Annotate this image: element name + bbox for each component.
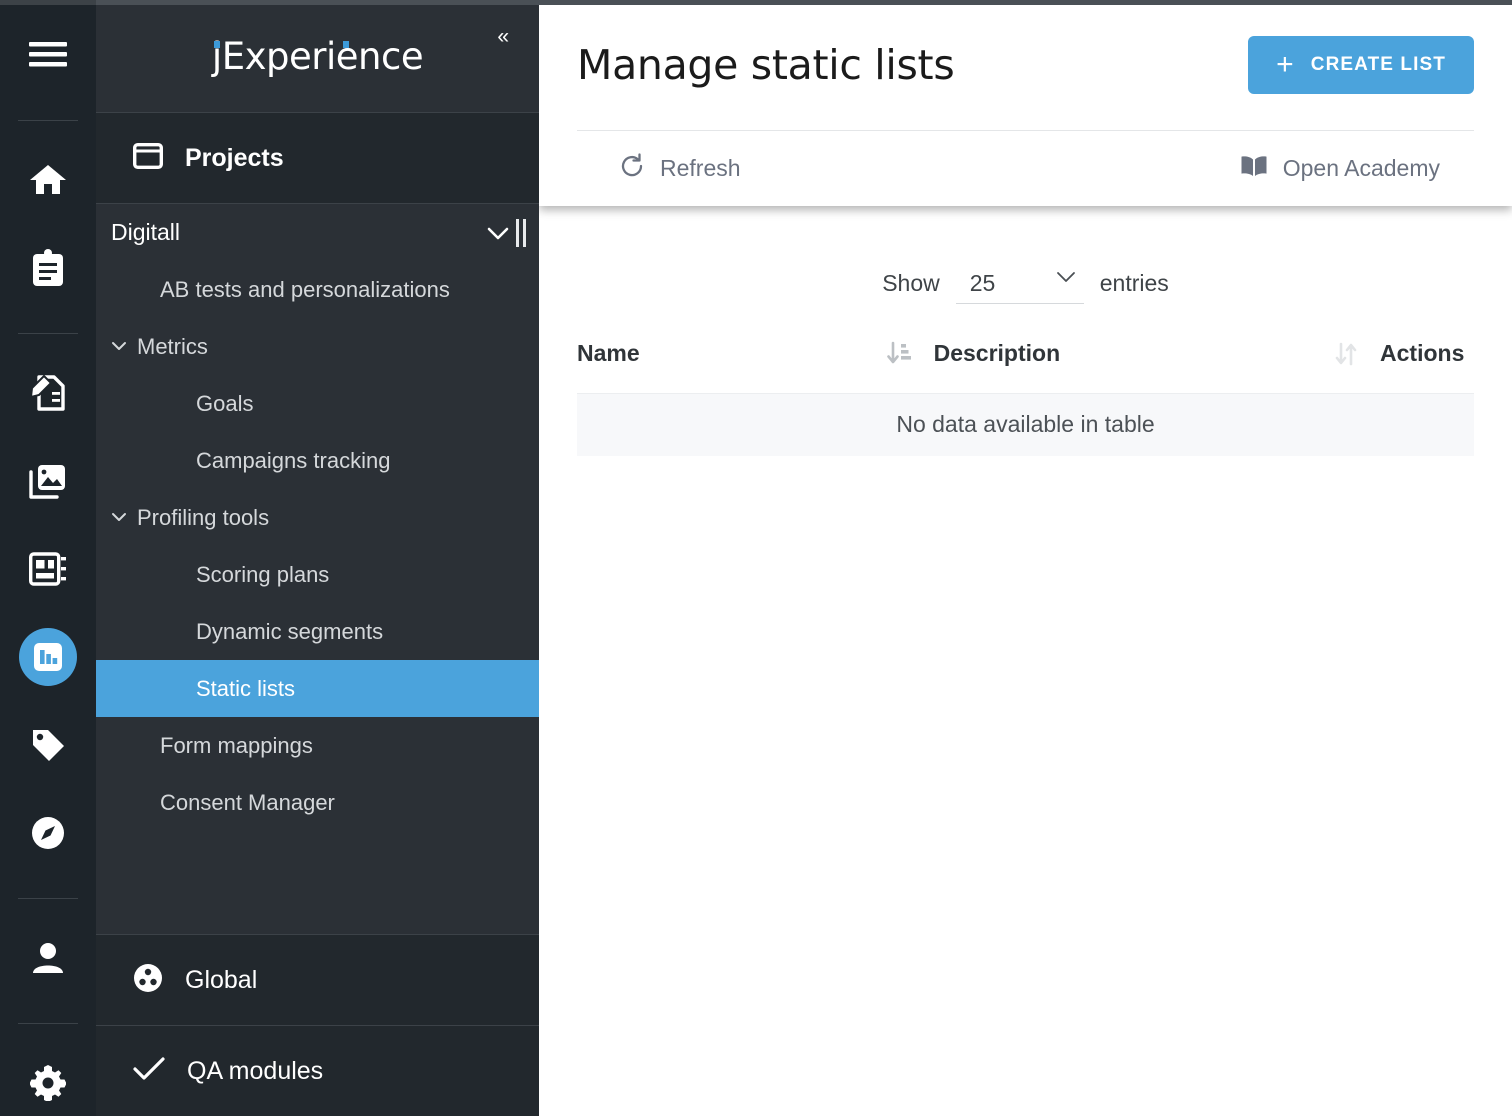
rail-divider-3	[18, 898, 78, 899]
rail-divider-2	[18, 333, 78, 334]
sidebar-item-label: Static lists	[196, 676, 295, 702]
sidebar-item-goals[interactable]: Goals	[96, 375, 539, 432]
logo-accent-dot	[214, 41, 220, 48]
page-header: Manage static lists + CREATE LIST Refres…	[539, 0, 1512, 206]
sort-amount-down-icon[interactable]	[886, 341, 912, 367]
app-logo: jExperience	[212, 35, 423, 78]
resize-bar-1	[516, 219, 519, 247]
refresh-icon	[619, 153, 645, 185]
sidebar-item-label: Consent Manager	[160, 790, 335, 816]
tree-root-label: Digitall	[111, 219, 180, 246]
top-strip-dark-segment	[0, 0, 96, 5]
sidebar-section-global-label: Global	[185, 966, 257, 995]
open-academy-button[interactable]: Open Academy	[1240, 154, 1474, 184]
rail-divider-4	[18, 1023, 78, 1024]
sidebar-item-consent-manager[interactable]: Consent Manager	[96, 774, 539, 831]
chevron-down-icon[interactable]	[487, 219, 509, 246]
plus-icon: +	[1276, 50, 1295, 80]
sidebar-item-metrics[interactable]: Metrics	[96, 318, 539, 375]
sidebar-item-dynamic-segments[interactable]: Dynamic segments	[96, 603, 539, 660]
tree-item-list: AB tests and personalizations Metrics Goal…	[96, 261, 539, 831]
tree-root-digitall[interactable]: Digitall	[96, 204, 539, 261]
sort-updown-icon[interactable]	[1334, 341, 1358, 367]
sidebar-section-global[interactable]: Global	[96, 934, 539, 1025]
gear-icon[interactable]	[19, 1054, 77, 1112]
create-list-button[interactable]: + CREATE LIST	[1248, 36, 1474, 94]
table-header-row: Name	[577, 340, 1474, 394]
sidebar-item-label: Campaigns tracking	[196, 448, 390, 474]
table-length-prefix: Show	[882, 270, 940, 297]
table-panel: Show 102550100 entries	[539, 206, 1512, 456]
page-title: Manage static lists	[577, 41, 954, 89]
sidebar-item-scoring-plans[interactable]: Scoring plans	[96, 546, 539, 603]
refresh-button-label: Refresh	[660, 155, 741, 182]
sidebar-item-label: Dynamic segments	[196, 619, 383, 645]
sidebar-section-qa-modules-label: QA modules	[187, 1057, 323, 1086]
window-top-strip	[0, 0, 1512, 5]
layout-grid-icon[interactable]	[19, 540, 77, 598]
static-lists-table: Name	[577, 340, 1474, 456]
page-toolbar: Refresh Open Academy	[577, 130, 1474, 206]
user-icon[interactable]	[19, 929, 77, 987]
sidebar-item-campaigns-tracking[interactable]: Campaigns tracking	[96, 432, 539, 489]
open-academy-button-label: Open Academy	[1283, 155, 1440, 182]
clipboard-list-icon[interactable]	[19, 239, 77, 297]
tag-icon[interactable]	[19, 716, 77, 774]
column-header-actions-label: Actions	[1380, 340, 1464, 367]
sidebar-section-qa-modules[interactable]: QA modules	[96, 1025, 539, 1116]
project-sidebar: jExperience « Projects Digitall	[96, 0, 539, 1116]
sidebar-item-label: Profiling tools	[137, 505, 269, 531]
sidebar-item-profiling-tools[interactable]: Profiling tools	[96, 489, 539, 546]
table-body: No data available in table	[577, 394, 1474, 456]
table-head: Name	[577, 340, 1474, 394]
entries-per-page-select-wrapper[interactable]: 102550100	[956, 262, 1084, 304]
chevron-double-left-icon[interactable]: «	[497, 26, 509, 47]
rail-divider-1	[18, 120, 78, 121]
page-header-row: Manage static lists + CREATE LIST	[577, 0, 1474, 130]
compass-icon[interactable]	[19, 804, 77, 862]
column-header-name[interactable]: Name	[577, 340, 886, 394]
column-header-description-label: Description	[934, 340, 1061, 367]
chart-bar-icon[interactable]	[19, 628, 77, 686]
check-icon	[133, 1056, 165, 1087]
book-icon	[1240, 154, 1268, 184]
table-length-suffix: entries	[1100, 270, 1169, 297]
sidebar-item-label: Form mappings	[160, 733, 313, 759]
sidebar-item-form-mappings[interactable]: Form mappings	[96, 717, 539, 774]
logo-accent-dot	[343, 41, 349, 48]
images-icon[interactable]	[19, 452, 77, 510]
sidebar-item-label: Goals	[196, 391, 253, 417]
sidebar-item-ab-tests-and-personalizations[interactable]: AB tests and personalizations	[96, 261, 539, 318]
table-empty-row: No data available in table	[577, 394, 1474, 456]
project-tree: Digitall AB tests and personalizations Me…	[96, 204, 539, 934]
column-header-actions[interactable]: Actions	[1334, 340, 1474, 394]
sidebar-item-label: Metrics	[137, 334, 208, 360]
home-icon[interactable]	[19, 151, 77, 209]
sidebar-item-static-lists[interactable]: Static lists	[96, 660, 539, 717]
app-root: jExperience « Projects Digitall	[0, 0, 1512, 1116]
resize-bar-2	[523, 219, 526, 247]
circle-dots-icon	[133, 963, 163, 998]
sidebar-item-label: Scoring plans	[196, 562, 329, 588]
entries-per-page-select[interactable]: 102550100	[956, 270, 1084, 296]
sidebar-section-projects[interactable]: Projects	[96, 113, 539, 204]
sidebar-resize-handle[interactable]	[516, 219, 528, 247]
brand-header: jExperience «	[96, 0, 539, 113]
window-icon	[133, 143, 163, 174]
column-header-name-label: Name	[577, 340, 640, 367]
icon-rail	[0, 0, 96, 1116]
main-content: Manage static lists + CREATE LIST Refres…	[539, 0, 1512, 1116]
hamburger-menu-icon[interactable]	[19, 26, 77, 84]
column-header-description[interactable]: Description	[886, 340, 1334, 394]
refresh-button[interactable]: Refresh	[577, 153, 741, 185]
table-empty-message: No data available in table	[577, 394, 1474, 456]
create-list-button-label: CREATE LIST	[1311, 54, 1446, 76]
sidebar-section-projects-label: Projects	[185, 144, 284, 173]
document-edit-icon[interactable]	[19, 364, 77, 422]
sidebar-item-label: AB tests and personalizations	[160, 277, 450, 303]
table-length-control: Show 102550100 entries	[577, 262, 1474, 304]
